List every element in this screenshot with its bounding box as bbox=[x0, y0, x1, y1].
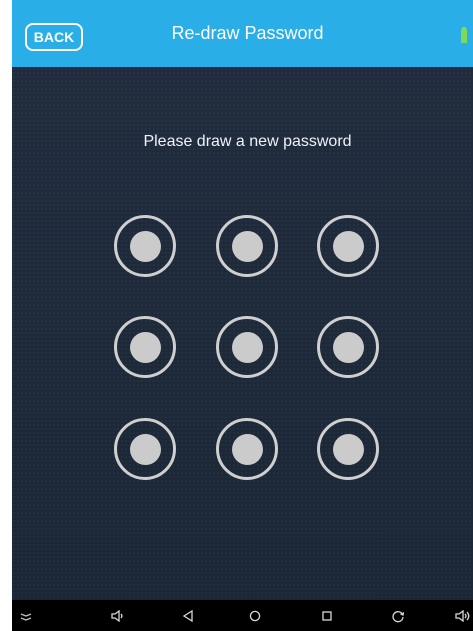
pattern-dot bbox=[332, 230, 364, 262]
pattern-dot bbox=[129, 433, 161, 465]
pattern-node-1[interactable] bbox=[114, 215, 176, 277]
battery-icon bbox=[461, 27, 467, 43]
recents-square-icon[interactable] bbox=[313, 600, 341, 631]
pattern-dot bbox=[231, 230, 263, 262]
pattern-node-6[interactable] bbox=[317, 316, 379, 378]
screen: BACK Re-draw Password Please draw a new … bbox=[12, 0, 473, 631]
pattern-dot bbox=[332, 331, 364, 363]
back-triangle-icon[interactable] bbox=[174, 600, 202, 631]
pattern-node-3[interactable] bbox=[317, 215, 379, 277]
rotate-icon[interactable] bbox=[384, 600, 412, 631]
volume-down-icon[interactable] bbox=[104, 600, 132, 631]
collapse-icon[interactable] bbox=[12, 600, 40, 631]
pattern-area: Please draw a new password bbox=[12, 67, 473, 600]
pattern-node-5[interactable] bbox=[216, 316, 278, 378]
pattern-node-7[interactable] bbox=[114, 418, 176, 480]
pattern-node-9[interactable] bbox=[317, 418, 379, 480]
pattern-dot bbox=[129, 230, 161, 262]
volume-up-icon[interactable] bbox=[449, 600, 473, 631]
instruction-text: Please draw a new password bbox=[143, 133, 352, 150]
home-circle-icon[interactable] bbox=[241, 600, 269, 631]
pattern-dot bbox=[231, 433, 263, 465]
title-bar: BACK Re-draw Password bbox=[12, 0, 473, 67]
pattern-dot bbox=[231, 331, 263, 363]
pattern-node-8[interactable] bbox=[216, 418, 278, 480]
pattern-dot bbox=[332, 433, 364, 465]
back-button[interactable]: BACK bbox=[25, 23, 83, 51]
pattern-dot bbox=[129, 331, 161, 363]
pattern-node-2[interactable] bbox=[216, 215, 278, 277]
system-nav-bar bbox=[12, 600, 473, 631]
pattern-node-4[interactable] bbox=[114, 316, 176, 378]
